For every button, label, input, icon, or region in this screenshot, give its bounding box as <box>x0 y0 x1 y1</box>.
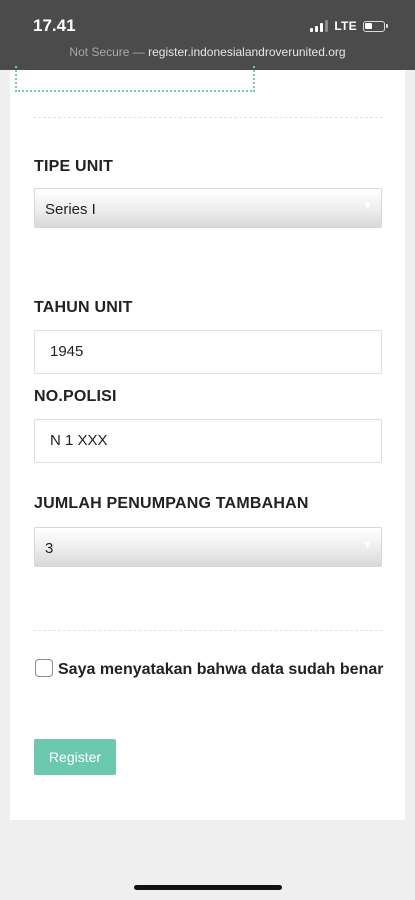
tipe-unit-label: TIPE UNIT <box>34 158 114 175</box>
tipe-unit-select[interactable]: Series I ▼ <box>34 188 382 228</box>
battery-icon <box>363 20 388 32</box>
divider <box>33 630 383 631</box>
security-label: Not Secure <box>69 45 130 59</box>
status-bar: 17.41 LTE Not Secure — register.indonesi… <box>0 0 415 70</box>
battery-level <box>365 22 372 29</box>
url-separator: — <box>129 45 149 59</box>
chevron-down-icon: ▼ <box>362 200 373 212</box>
home-indicator[interactable] <box>134 885 282 890</box>
url-text: register.indonesialandroverunited.org <box>148 45 346 59</box>
network-type: LTE <box>334 19 357 33</box>
no-polisi-label: NO.POLISI <box>34 388 117 405</box>
jumlah-penumpang-label: JUMLAH PENUMPANG TAMBAHAN <box>34 495 309 512</box>
tahun-unit-label: TAHUN UNIT <box>34 299 133 316</box>
jumlah-penumpang-value: 3 <box>45 540 54 557</box>
address-bar[interactable]: Not Secure — register.indonesialandrover… <box>0 45 415 59</box>
jumlah-penumpang-select[interactable]: 3 ▼ <box>34 527 382 567</box>
register-button[interactable]: Register <box>34 739 116 775</box>
confirmation-checkbox[interactable] <box>35 659 53 677</box>
tipe-unit-value: Series I <box>45 201 96 218</box>
confirmation-label: Saya menyatakan bahwa data sudah benar <box>58 661 384 678</box>
no-polisi-input[interactable]: N 1 XXX <box>34 419 382 463</box>
dotted-frame <box>15 66 255 92</box>
chevron-down-icon: ▼ <box>362 539 373 551</box>
status-indicators: LTE <box>310 19 388 33</box>
tahun-unit-input[interactable]: 1945 <box>34 330 382 374</box>
signal-icon <box>310 20 329 32</box>
form-card: TIPE UNIT Series I ▼ TAHUN UNIT 1945 NO.… <box>10 66 405 820</box>
status-time: 17.41 <box>33 16 76 35</box>
divider <box>33 117 383 118</box>
